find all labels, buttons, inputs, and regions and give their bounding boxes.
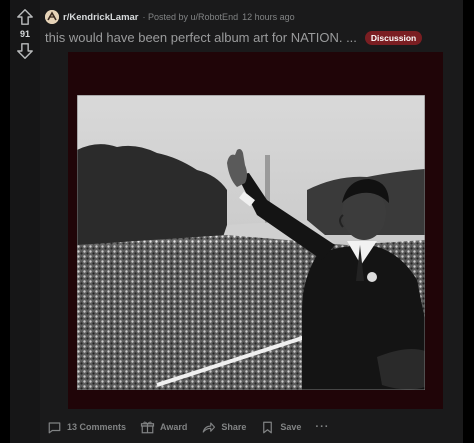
comment-icon: [48, 421, 61, 433]
vote-column: 91: [10, 0, 40, 443]
downvote-button[interactable]: [16, 42, 34, 60]
award-label: Award: [160, 422, 188, 432]
post-card[interactable]: 91 r/KendrickLamar · Posted by u/RobotEn…: [10, 0, 463, 443]
bookmark-icon: [263, 421, 273, 433]
title-row: this would have been perfect album art f…: [45, 30, 433, 45]
subreddit-link[interactable]: r/KendrickLamar: [63, 12, 139, 23]
photo-illustration: [77, 95, 425, 390]
share-label: Share: [221, 422, 247, 432]
comments-label: 13 Comments: [67, 422, 127, 432]
post-age: 12 hours ago: [242, 12, 295, 22]
posted-by[interactable]: · Posted by u/RobotEnd: [143, 12, 239, 22]
vote-score: 91: [19, 29, 30, 39]
share-button[interactable]: Share: [201, 420, 246, 435]
post-image: [77, 95, 425, 390]
save-button[interactable]: Save: [260, 420, 301, 435]
post-actions: 13 Comments Award Share Save ···: [47, 418, 329, 436]
post-title[interactable]: this would have been perfect album art f…: [45, 30, 357, 45]
award-button[interactable]: Award: [140, 420, 187, 435]
arrow-down-icon: [17, 43, 33, 59]
arrow-up-icon: [17, 9, 33, 25]
more-icon: ···: [315, 421, 330, 433]
flair-badge[interactable]: Discussion: [364, 30, 423, 45]
post-meta: r/KendrickLamar · Posted by u/RobotEnd 1…: [45, 8, 295, 26]
share-icon: [203, 421, 216, 433]
subreddit-avatar[interactable]: [45, 10, 59, 24]
post-media[interactable]: [68, 52, 443, 409]
more-options-button[interactable]: ···: [315, 421, 329, 433]
comments-button[interactable]: 13 Comments: [47, 420, 126, 435]
upvote-button[interactable]: [16, 8, 34, 26]
gift-icon: [140, 421, 155, 433]
subreddit-logo-icon: [45, 10, 59, 24]
save-label: Save: [280, 422, 302, 432]
